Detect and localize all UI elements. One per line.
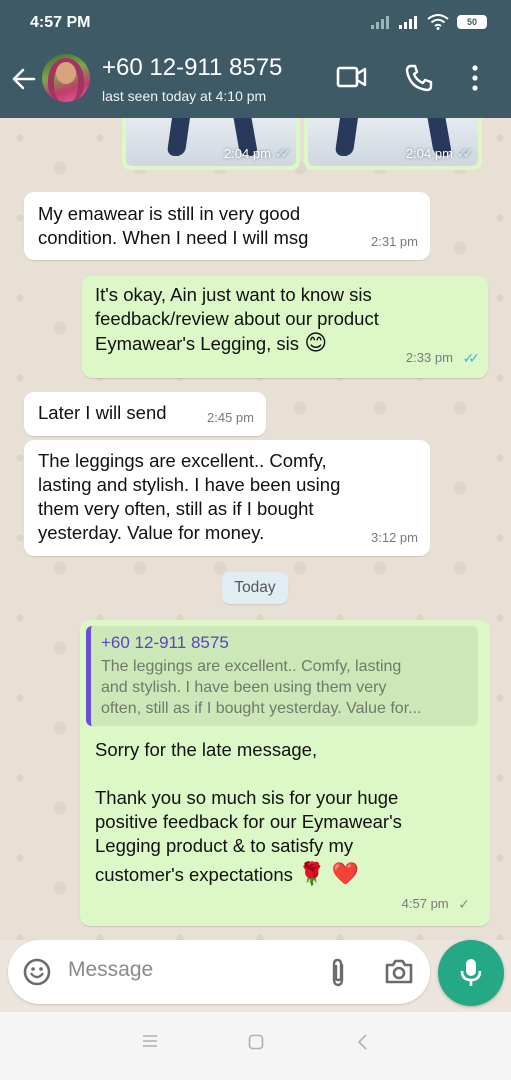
message-meta: 2:04 pm ✓✓ bbox=[223, 145, 293, 161]
incoming-message[interactable]: The leggings are excellent.. Comfy, last… bbox=[24, 440, 430, 556]
image-message[interactable]: 2:04 pm ✓✓ bbox=[304, 118, 482, 170]
quoted-message[interactable]: +60 12-911 8575 The leggings are excelle… bbox=[86, 626, 478, 726]
read-receipt-icon: ✓✓ bbox=[462, 350, 481, 366]
quoted-sender: +60 12-911 8575 bbox=[101, 633, 229, 652]
message-input[interactable] bbox=[68, 958, 288, 982]
incoming-message[interactable]: Later I will send 2:45 pm bbox=[24, 392, 266, 436]
mic-button[interactable] bbox=[438, 940, 504, 1006]
image-thumbnail[interactable]: 2:04 pm ✓✓ bbox=[126, 118, 296, 166]
quoted-text: The leggings are excellent.. Comfy, last… bbox=[101, 658, 422, 717]
recents-menu-icon[interactable] bbox=[142, 1034, 158, 1048]
avatar[interactable] bbox=[42, 54, 90, 102]
message-time: 2:45 pm bbox=[207, 410, 254, 425]
arrow-left-icon[interactable] bbox=[10, 65, 38, 93]
phone-icon[interactable] bbox=[404, 63, 434, 93]
mic-icon bbox=[460, 959, 482, 986]
incoming-message[interactable]: My emawear is still in very good conditi… bbox=[24, 192, 430, 260]
contact-name[interactable]: +60 12-911 8575 bbox=[102, 54, 282, 82]
outgoing-reply-message[interactable]: +60 12-911 8575 The leggings are excelle… bbox=[80, 620, 490, 926]
message-composer bbox=[8, 940, 430, 1004]
battery-icon: 50 bbox=[457, 15, 487, 29]
back-nav-icon[interactable] bbox=[356, 1034, 368, 1050]
outgoing-message[interactable]: It's okay, Ain just want to know sis fee… bbox=[82, 276, 488, 378]
last-seen-status: last seen today at 4:10 pm bbox=[102, 88, 267, 104]
smile-emoji: 😊 bbox=[304, 330, 328, 355]
message-text: It's okay, Ain just want to know sis fee… bbox=[95, 284, 379, 355]
paperclip-icon[interactable] bbox=[326, 957, 350, 989]
read-receipt-icon: ✓✓ bbox=[274, 145, 293, 161]
status-icons: 50 bbox=[371, 14, 487, 30]
wifi-icon bbox=[427, 14, 449, 30]
status-time: 4:57 PM bbox=[30, 14, 91, 31]
image-thumbnail[interactable]: 2:04 pm ✓✓ bbox=[308, 118, 478, 166]
status-bar: 4:57 PM 50 bbox=[0, 0, 511, 48]
message-time: 3:12 pm bbox=[371, 530, 418, 545]
date-divider: Today bbox=[222, 572, 288, 604]
message-meta: 2:33 pm ✓✓ bbox=[406, 346, 481, 370]
message-list[interactable]: 2:04 pm ✓✓ 2:04 pm ✓✓ My emawear is stil… bbox=[0, 118, 511, 940]
message-time: 2:31 pm bbox=[371, 234, 418, 249]
system-nav-bar bbox=[0, 1012, 511, 1080]
signal-icon bbox=[399, 16, 417, 29]
rose-heart-emoji: 🌹 ❤️ bbox=[298, 861, 359, 886]
message-meta: 2:04 pm ✓✓ bbox=[405, 145, 475, 161]
message-text: The leggings are excellent.. Comfy, last… bbox=[38, 450, 341, 543]
signal-icon bbox=[371, 16, 389, 29]
message-text: Sorry for the late message, Thank you so… bbox=[95, 739, 402, 886]
message-text: Later I will send bbox=[38, 402, 167, 423]
home-icon[interactable] bbox=[248, 1034, 264, 1050]
camera-icon[interactable] bbox=[384, 957, 414, 985]
video-icon[interactable] bbox=[336, 64, 368, 90]
emoji-icon[interactable] bbox=[22, 957, 52, 987]
chat-header: +60 12-911 8575 last seen today at 4:10 … bbox=[0, 48, 511, 118]
message-text: My emawear is still in very good conditi… bbox=[38, 203, 309, 248]
read-receipt-icon: ✓✓ bbox=[456, 145, 475, 161]
sent-tick-icon: ✓ bbox=[458, 896, 470, 912]
image-message[interactable]: 2:04 pm ✓✓ bbox=[122, 118, 300, 170]
message-meta: 4:57 pm ✓ bbox=[402, 892, 470, 916]
more-vertical-icon[interactable] bbox=[470, 64, 480, 92]
